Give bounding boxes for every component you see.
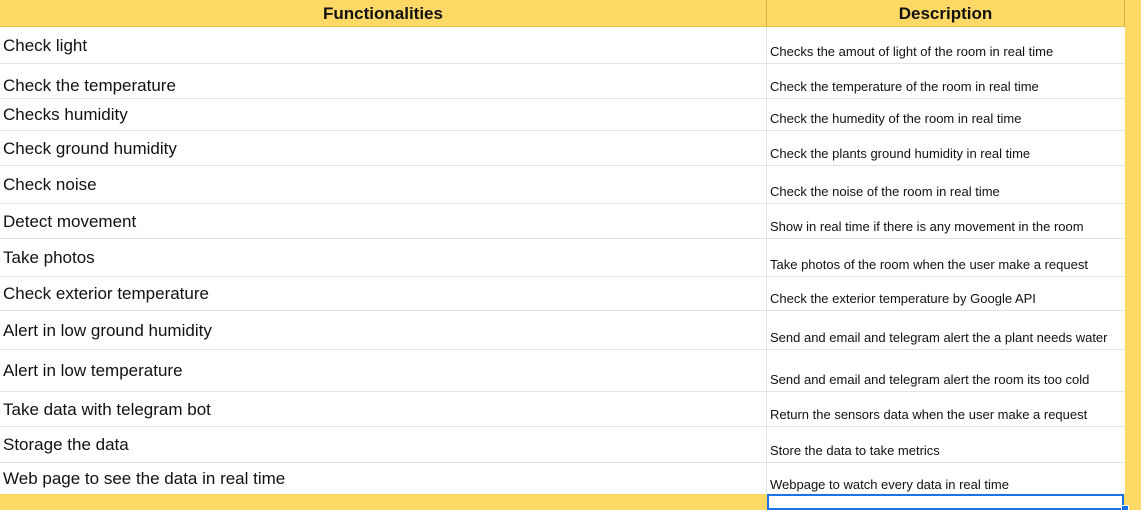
cell-functionality[interactable]: Checks humidity [0,99,767,130]
cell-description[interactable]: Check the exterior temperature by Google… [767,277,1125,310]
table-row: Detect movement Show in real time if the… [0,204,1125,239]
table-row: Check exterior temperature Check the ext… [0,277,1125,311]
cell-description[interactable]: Show in real time if there is any moveme… [767,204,1125,238]
table-row: Check light Checks the amout of light of… [0,27,1125,64]
cell-description[interactable]: Return the sensors data when the user ma… [767,392,1125,426]
selected-cell[interactable] [767,494,1124,510]
table-body: Check light Checks the amout of light of… [0,27,1125,494]
cell-description[interactable]: Check the plants ground humidity in real… [767,131,1125,165]
table-row: Storage the data Store the data to take … [0,427,1125,463]
cell-functionality[interactable]: Take data with telegram bot [0,392,767,426]
cell-functionality[interactable]: Check ground humidity [0,131,767,165]
spreadsheet: Functionalities Description Check light … [0,0,1141,510]
table-row: Check noise Check the noise of the room … [0,166,1125,204]
table-row: Take photos Take photos of the room when… [0,239,1125,277]
cell-functionality[interactable]: Alert in low ground humidity [0,311,767,349]
cell-functionality[interactable]: Web page to see the data in real time [0,463,767,494]
cell-description[interactable]: Checks the amout of light of the room in… [767,27,1125,63]
cell-functionality[interactable]: Check light [0,27,767,63]
right-margin-column [1125,0,1141,510]
column-header-description[interactable]: Description [767,0,1125,27]
cell-description[interactable]: Store the data to take metrics [767,427,1125,462]
fill-handle[interactable] [1121,505,1129,510]
table-row: Take data with telegram bot Return the s… [0,392,1125,427]
table-row: Check the temperature Check the temperat… [0,64,1125,99]
cell-description[interactable]: Webpage to watch every data in real time [767,463,1125,494]
header-row: Functionalities Description [0,0,1141,27]
table-row: Check ground humidity Check the plants g… [0,131,1125,166]
cell-description[interactable]: Check the humedity of the room in real t… [767,99,1125,130]
cell-description[interactable]: Send and email and telegram alert the a … [767,311,1125,349]
table-row: Alert in low ground humidity Send and em… [0,311,1125,350]
table-row: Web page to see the data in real time We… [0,463,1125,494]
cell-functionality[interactable]: Alert in low temperature [0,350,767,391]
cell-functionality[interactable]: Check noise [0,166,767,203]
column-header-functionalities[interactable]: Functionalities [0,0,767,27]
cell-functionality[interactable]: Storage the data [0,427,767,462]
cell-functionality[interactable]: Check the temperature [0,64,767,98]
cell-description[interactable]: Check the temperature of the room in rea… [767,64,1125,98]
table-row: Alert in low temperature Send and email … [0,350,1125,392]
table-row: Checks humidity Check the humedity of th… [0,99,1125,131]
cell-description[interactable]: Check the noise of the room in real time [767,166,1125,203]
cell-functionality[interactable]: Take photos [0,239,767,276]
cell-functionality[interactable]: Check exterior temperature [0,277,767,310]
cell-description[interactable]: Take photos of the room when the user ma… [767,239,1125,276]
cell-functionality[interactable]: Detect movement [0,204,767,238]
cell-description[interactable]: Send and email and telegram alert the ro… [767,350,1125,391]
